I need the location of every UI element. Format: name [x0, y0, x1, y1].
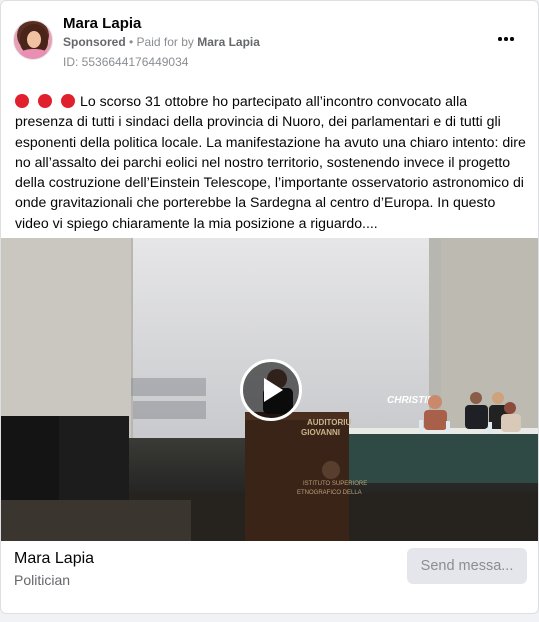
podium-line-3: ISTITUTO SUPERIORE [303, 481, 367, 487]
sponsored-label: Sponsored [63, 35, 126, 49]
sponsored-line: Sponsored • Paid for by Mara Lapia [63, 35, 260, 49]
footer-page-category: Politician [14, 572, 71, 588]
paid-for-by-label: Paid for by [136, 35, 198, 49]
more-options-icon[interactable] [494, 31, 518, 47]
red-circle-emoji-icon [38, 94, 52, 108]
post-header: Mara Lapia Sponsored • Paid for by Mara … [13, 13, 526, 71]
red-circle-emoji-icon [15, 94, 29, 108]
footer-page-name[interactable]: Mara Lapia [14, 550, 94, 568]
separator: • [125, 35, 137, 49]
post-text: Lo scorso 31 ottobre ho partecipato all’… [15, 91, 527, 233]
ad-id: ID: 5536644176449034 [63, 55, 189, 69]
sponsored-post-card: Mara Lapia Sponsored • Paid for by Mara … [0, 0, 539, 614]
podium-line-1: AUDITORIU [307, 418, 352, 427]
paid-for-by-name[interactable]: Mara Lapia [197, 35, 260, 49]
red-circle-emoji-icon [61, 94, 75, 108]
page-avatar[interactable] [13, 20, 53, 60]
screen-logo: CHRISTIE [387, 395, 434, 406]
podium-line-2: GIOVANNI [301, 428, 340, 437]
play-icon[interactable] [240, 359, 302, 421]
post-body-text: Lo scorso 31 ottobre ho partecipato all’… [15, 93, 526, 231]
page-name[interactable]: Mara Lapia [63, 15, 141, 32]
podium-line-4: ETNOGRAFICO DELLA [297, 490, 362, 496]
send-message-button[interactable]: Send messa... [407, 548, 527, 584]
